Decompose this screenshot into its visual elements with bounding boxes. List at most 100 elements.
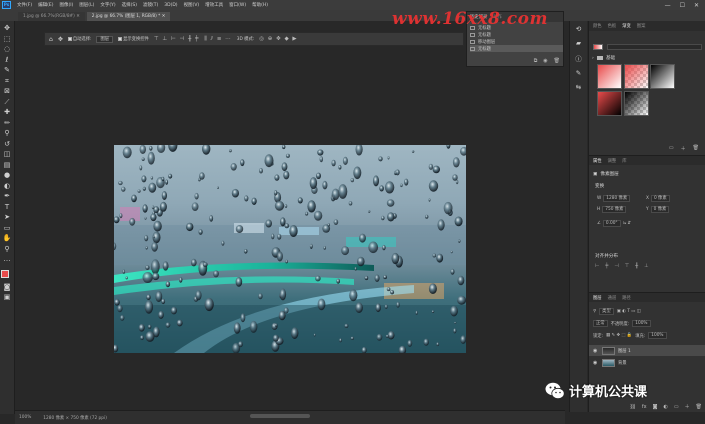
minimize-button[interactable]: — [665, 2, 671, 9]
y-field[interactable]: Y0 像素 [646, 206, 670, 213]
comment-icon[interactable]: ▰ [576, 39, 581, 47]
menu-3d[interactable]: 3D(D) [161, 3, 180, 8]
width-field[interactable]: W 1280 像素 [597, 195, 631, 202]
tab-document-2[interactable]: 2.jpg @ 66.7% (图层 1, RGB/8) * ✕ [86, 12, 171, 21]
zoom-tool-icon[interactable]: ⚲ [3, 245, 12, 255]
more-tools-icon[interactable]: … [3, 255, 12, 265]
maximize-button[interactable]: ☐ [680, 2, 685, 9]
tab-paths[interactable]: 路径 [622, 295, 631, 301]
gradient-tool-icon[interactable]: ▤ [3, 161, 12, 171]
add-icon[interactable]: ＋ [681, 145, 686, 152]
gradient-preset[interactable] [623, 64, 649, 89]
new-document-from-state-icon[interactable]: ⧉ [534, 58, 538, 64]
tab-history[interactable]: 历史记录 [470, 14, 487, 20]
screen-mode-icon[interactable]: ▣ [3, 293, 12, 303]
rain-window-image[interactable] [114, 145, 466, 353]
layer-row[interactable]: ◉ 图层 1 [589, 345, 705, 356]
clone-stamp-tool-icon[interactable]: ⚲ [3, 129, 12, 139]
zoom-level[interactable]: 100% [19, 415, 31, 420]
tab-layers[interactable]: 图层 [593, 295, 602, 301]
history-icon[interactable]: ⟲ [576, 25, 581, 33]
info-icon[interactable]: ⓘ [575, 53, 582, 63]
layer-kind-dropdown[interactable]: 类型 [599, 308, 614, 315]
document-canvas-area[interactable] [16, 48, 468, 410]
camera-snapshot-icon[interactable]: ◉ [543, 58, 547, 64]
current-gradient-preview[interactable] [593, 44, 603, 50]
history-row[interactable]: 无标题 [470, 45, 563, 52]
brush-settings-icon[interactable]: ✎ [576, 69, 581, 77]
height-value[interactable]: 750 像素 [602, 206, 627, 213]
document-info[interactable]: 1280 像素 × 750 像素 (72 ppi) [43, 415, 107, 421]
lock-icons[interactable]: ▦ ✎ ✥ ⬚ 🔒 [606, 333, 632, 338]
menu-layer[interactable]: 图层(L) [76, 2, 97, 8]
x-value[interactable]: 0 像素 [650, 195, 670, 202]
mask-icon[interactable]: ◙ [653, 404, 658, 410]
gradient-folder[interactable]: › 基础 [592, 55, 615, 62]
folder-icon[interactable]: ▭ [669, 145, 674, 152]
menu-file[interactable]: 文件(F) [14, 2, 35, 8]
auto-select-target-dropdown[interactable]: 图层 [96, 35, 114, 43]
history-row[interactable]: 移动图层 [470, 38, 563, 45]
menu-edit[interactable]: 编辑(E) [35, 2, 56, 8]
artboard-tool-icon[interactable]: ⬚ [3, 35, 12, 45]
fill-value[interactable]: 100% [648, 332, 667, 339]
x-field[interactable]: X0 像素 [646, 195, 670, 202]
trash-icon[interactable]: 🗑 [693, 145, 699, 152]
path-select-tool-icon[interactable]: ➤ [3, 213, 12, 223]
link-icon[interactable]: ⛓ [630, 404, 636, 410]
tab-patterns[interactable]: 图案 [637, 23, 646, 29]
history-row[interactable]: 无标题 [470, 31, 563, 38]
filter-icons[interactable]: ▣ ◐ T ▭ ◫ [617, 309, 641, 314]
gradient-preset[interactable] [623, 90, 649, 116]
history-row[interactable]: 无标题 [470, 24, 563, 31]
move-tool-icon[interactable]: ✥ [3, 24, 12, 34]
width-value[interactable]: 1280 像素 [603, 195, 631, 202]
show-transform-checkbox[interactable]: 显示变换控件 [118, 36, 149, 42]
quick-mask-icon[interactable]: ◙ [3, 283, 12, 293]
dodge-tool-icon[interactable]: ◐ [3, 182, 12, 192]
home-icon[interactable]: ⌂ [49, 36, 53, 43]
menu-type[interactable]: 文字(Y) [97, 2, 118, 8]
menu-image[interactable]: 图像(I) [56, 2, 76, 8]
eye-icon[interactable]: ◉ [593, 360, 599, 366]
quick-select-tool-icon[interactable]: ✎ [3, 66, 12, 76]
healing-brush-tool-icon[interactable]: ✚ [3, 108, 12, 118]
blend-mode-dropdown[interactable]: 正常 [593, 320, 608, 327]
menu-window[interactable]: 窗口(W) [226, 2, 249, 8]
tab-adjustments[interactable]: 调整 [608, 158, 617, 164]
angle-field[interactable]: ∠ 0.00° ⇋ ⇵ [597, 220, 631, 227]
blur-tool-icon[interactable]: ● [3, 171, 12, 181]
tab-properties[interactable]: 属性 [593, 158, 602, 164]
menu-filter[interactable]: 滤镜(T) [140, 2, 161, 8]
opacity-value[interactable]: 100% [632, 320, 651, 327]
align-bottom-icon[interactable]: ⊥ [644, 263, 648, 269]
flip-icon[interactable]: ⇋ ⇵ [623, 221, 632, 226]
tab-actions[interactable]: 动作 [493, 14, 502, 20]
adjustment-layer-icon[interactable]: ◐ [664, 404, 668, 410]
gradient-preset[interactable] [597, 64, 622, 89]
align-top-icon[interactable]: ⊤ [625, 263, 629, 269]
align-right-icon[interactable]: ⊣ [614, 263, 618, 269]
trash-icon[interactable]: 🗑 [554, 58, 560, 64]
color-swatches[interactable] [1, 269, 13, 282]
layer-row[interactable]: ◉ 背景 [589, 357, 705, 368]
eye-icon[interactable]: ◉ [593, 348, 599, 354]
align-buttons-icon[interactable]: ⊤ ⊥ ⊢ ⊣ ╫ ╪ [154, 36, 200, 42]
foreground-color[interactable] [1, 269, 9, 278]
menu-select[interactable]: 选择(S) [119, 2, 140, 8]
layer-filter[interactable]: ⚲ 类型 ▣ ◐ T ▭ ◫ [593, 308, 641, 315]
pen-tool-icon[interactable]: ✒ [3, 192, 12, 202]
gradient-preset[interactable] [650, 64, 675, 89]
history-brush-tool-icon[interactable]: ↺ [3, 140, 12, 150]
align-middle-icon[interactable]: ╫ [635, 263, 638, 269]
trash-icon[interactable]: 🗑 [696, 404, 702, 410]
lasso-tool-icon[interactable]: ℓ [3, 56, 12, 66]
tab-gradients[interactable]: 渐变 [622, 23, 631, 29]
gradient-preset[interactable] [597, 90, 622, 116]
eraser-tool-icon[interactable]: ◫ [3, 150, 12, 160]
align-left-icon[interactable]: ⊢ [595, 263, 599, 269]
menu-view[interactable]: 视图(V) [181, 2, 203, 8]
distribute-buttons-icon[interactable]: ⫼ ⫽ ≡ ⋯ [204, 36, 231, 43]
height-field[interactable]: H 750 像素 [597, 206, 627, 213]
add-icon[interactable]: ＋ [685, 403, 690, 410]
